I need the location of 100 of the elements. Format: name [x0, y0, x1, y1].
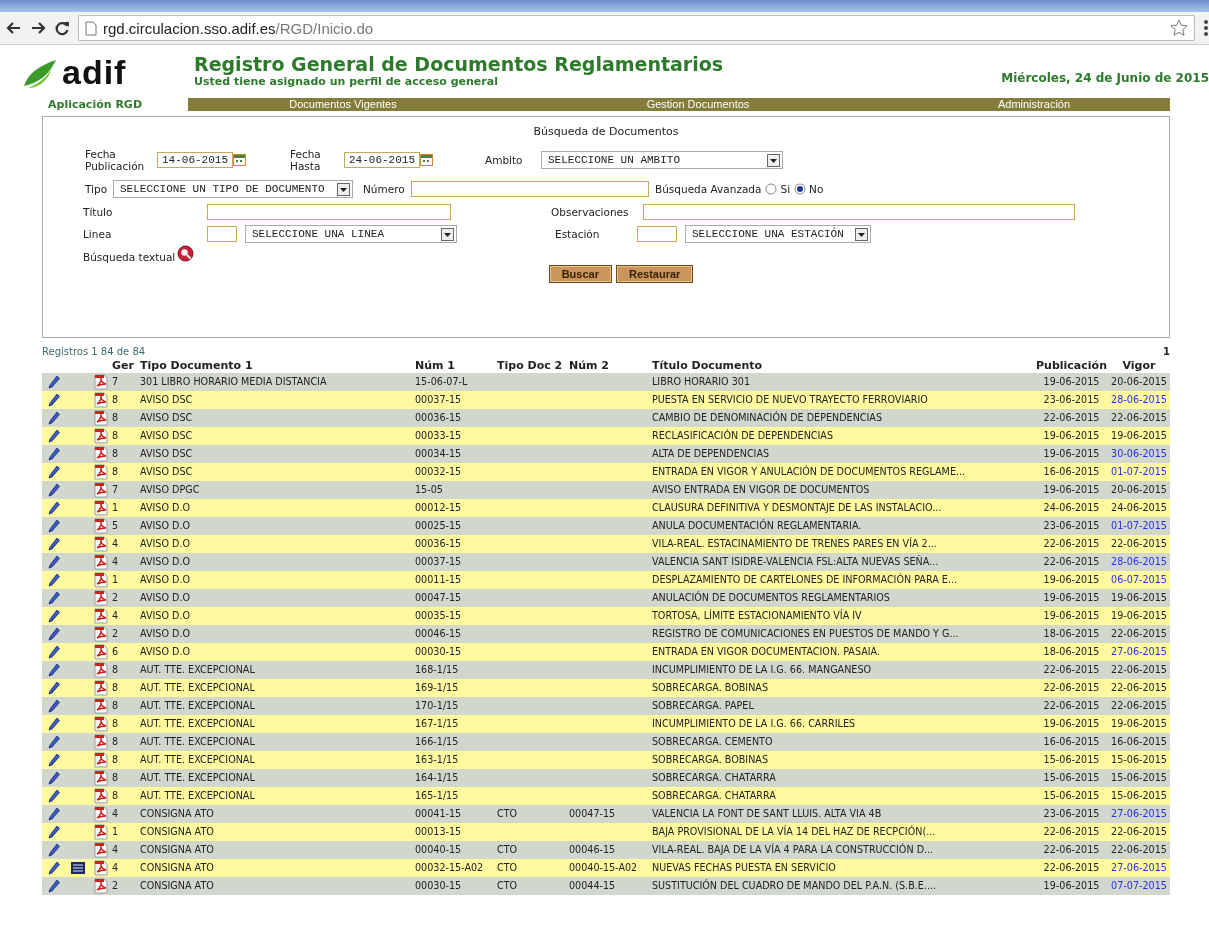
search-icon[interactable]: [177, 244, 195, 262]
input-field[interactable]: [207, 204, 451, 220]
pencil-icon[interactable]: [48, 861, 60, 875]
pencil-icon[interactable]: [48, 465, 60, 479]
pdf-icon[interactable]: [94, 842, 108, 858]
pdf-icon[interactable]: [94, 410, 108, 426]
pencil-icon[interactable]: [48, 573, 60, 587]
dropdown[interactable]: SELECCIONE UN TIPO DE DOCUMENTO: [113, 180, 353, 198]
forward-icon[interactable]: [30, 20, 46, 36]
pencil-icon[interactable]: [48, 753, 60, 767]
pencil-icon[interactable]: [48, 609, 60, 623]
pdf-icon[interactable]: [94, 626, 108, 642]
reload-icon[interactable]: [54, 20, 70, 36]
pdf-icon[interactable]: [94, 392, 108, 408]
pencil-icon[interactable]: [48, 429, 60, 443]
input-field[interactable]: [643, 204, 1075, 220]
back-icon[interactable]: [6, 20, 22, 36]
menu-item[interactable]: Gestion Documentos: [498, 98, 898, 110]
pdf-icon[interactable]: [94, 374, 108, 390]
list-icon[interactable]: [71, 862, 85, 874]
radio-option[interactable]: Si: [765, 183, 791, 195]
table-cell-text: 22-06-2015: [1111, 825, 1167, 839]
menu-item[interactable]: Administración: [898, 98, 1170, 110]
pdf-icon[interactable]: [94, 734, 108, 750]
pencil-icon[interactable]: [48, 393, 60, 407]
dropdown[interactable]: SELECCIONE UNA ESTACIÓN: [685, 225, 871, 243]
pdf-icon[interactable]: [94, 806, 108, 822]
pencil-icon[interactable]: [48, 663, 60, 677]
pdf-icon[interactable]: [94, 770, 108, 786]
input-field[interactable]: [637, 226, 677, 242]
input-field[interactable]: [207, 226, 237, 242]
pencil-icon[interactable]: [48, 411, 60, 425]
table-cell-text: 4: [112, 843, 119, 857]
radio-button[interactable]: [794, 183, 807, 195]
pencil-icon[interactable]: [48, 483, 60, 497]
page-title: Registro General de Documentos Reglamentarios: [194, 53, 724, 75]
pdf-icon[interactable]: [94, 680, 108, 696]
pencil-icon[interactable]: [48, 681, 60, 695]
table-cell-text: SOBRECARGA. CEMENTO: [652, 735, 773, 749]
input-field[interactable]: [411, 181, 649, 197]
pencil-icon[interactable]: [48, 537, 60, 551]
pdf-icon[interactable]: [94, 716, 108, 732]
search-button[interactable]: Buscar: [548, 265, 612, 283]
pencil-icon[interactable]: [48, 591, 60, 605]
dropdown[interactable]: SELECCIONE UNA LINEA: [245, 225, 457, 243]
menu-icon[interactable]: [1203, 19, 1209, 37]
address-bar[interactable]: rgd.circulacion.sso.adif.es/RGD/Inicio.do: [78, 15, 1195, 41]
date-field[interactable]: 24-06-2015: [344, 152, 420, 168]
pencil-icon[interactable]: [48, 519, 60, 533]
table-cell-text: 00030-15: [415, 879, 462, 893]
radio-button[interactable]: [765, 183, 778, 195]
pencil-icon[interactable]: [48, 717, 60, 731]
date-field[interactable]: 14-06-2015: [157, 152, 233, 168]
pdf-icon[interactable]: [94, 878, 108, 894]
pdf-icon[interactable]: [94, 662, 108, 678]
pencil-icon[interactable]: [48, 807, 60, 821]
pencil-icon[interactable]: [48, 555, 60, 569]
table-cell-text: 8: [112, 771, 119, 785]
pdf-icon[interactable]: [94, 590, 108, 606]
pdf-icon[interactable]: [94, 518, 108, 534]
pdf-icon[interactable]: [94, 428, 108, 444]
reset-button[interactable]: Restaurar: [615, 265, 694, 283]
menu-item[interactable]: Documentos Vigentes: [188, 98, 498, 110]
dropdown[interactable]: SELECCIONE UN AMBITO: [541, 151, 783, 169]
pdf-icon[interactable]: [94, 752, 108, 768]
pencil-icon[interactable]: [48, 699, 60, 713]
table-cell-text: 01-07-2015: [1111, 465, 1167, 479]
calendar-icon[interactable]: [233, 153, 246, 167]
pencil-icon[interactable]: [48, 375, 60, 389]
pdf-icon[interactable]: [94, 644, 108, 660]
pdf-icon[interactable]: [94, 572, 108, 588]
star-icon[interactable]: [1170, 19, 1188, 37]
table-cell-text: 22-06-2015: [1111, 537, 1167, 551]
pdf-icon[interactable]: [94, 860, 108, 876]
pencil-icon[interactable]: [48, 645, 60, 659]
pdf-icon[interactable]: [94, 554, 108, 570]
table-cell-text: 8: [112, 447, 119, 461]
pdf-icon[interactable]: [94, 482, 108, 498]
pencil-icon[interactable]: [48, 843, 60, 857]
table-cell-text: 00025-15: [415, 519, 462, 533]
pdf-icon[interactable]: [94, 608, 108, 624]
pencil-icon[interactable]: [48, 735, 60, 749]
pencil-icon[interactable]: [48, 501, 60, 515]
pencil-icon[interactable]: [48, 825, 60, 839]
field-label: Título: [83, 206, 114, 218]
pdf-icon[interactable]: [94, 824, 108, 840]
pdf-icon[interactable]: [94, 536, 108, 552]
pdf-icon[interactable]: [94, 698, 108, 714]
pdf-icon[interactable]: [94, 500, 108, 516]
pdf-icon[interactable]: [94, 464, 108, 480]
calendar-icon[interactable]: [420, 153, 433, 167]
pdf-icon[interactable]: [94, 446, 108, 462]
field-label: Número: [363, 183, 406, 195]
radio-option[interactable]: No: [794, 183, 824, 195]
pdf-icon[interactable]: [94, 788, 108, 804]
pencil-icon[interactable]: [48, 879, 60, 893]
pencil-icon[interactable]: [48, 789, 60, 803]
pencil-icon[interactable]: [48, 447, 60, 461]
pencil-icon[interactable]: [48, 627, 60, 641]
pencil-icon[interactable]: [48, 771, 60, 785]
